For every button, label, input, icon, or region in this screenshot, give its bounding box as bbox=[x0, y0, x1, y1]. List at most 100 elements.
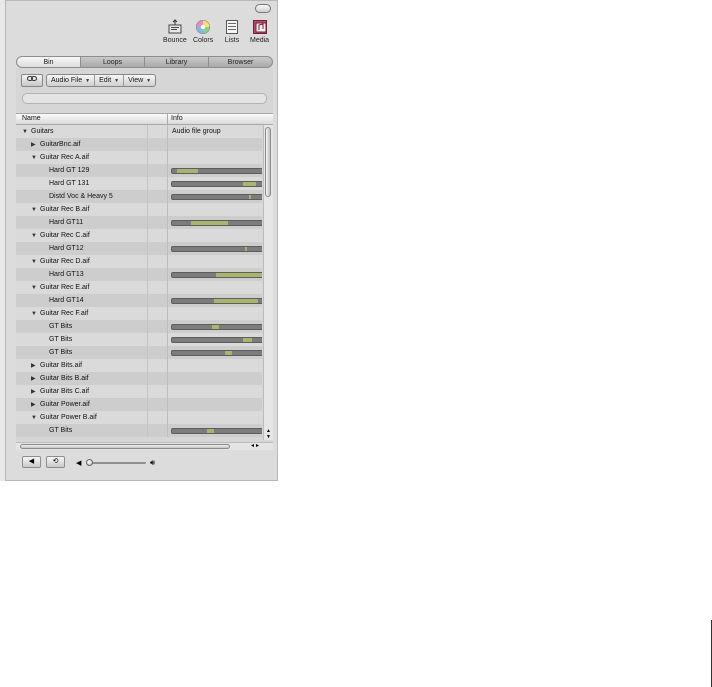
table-row[interactable]: ▶ Guitar Bits.aif bbox=[16, 359, 262, 372]
scroll-arrows[interactable]: ▲ ▼ bbox=[264, 428, 273, 440]
row-name: ▼ Guitar Rec E.aif bbox=[31, 281, 89, 295]
row-name: ▶ Guitar Power.aif bbox=[31, 398, 90, 412]
play-button[interactable]: ◀ bbox=[22, 456, 41, 468]
tab-bin[interactable]: Bin bbox=[16, 56, 81, 68]
table-row[interactable]: Hard GT11 bbox=[16, 216, 262, 229]
lists-button[interactable]: Lists bbox=[224, 19, 240, 44]
row-divider bbox=[147, 385, 148, 398]
bounce-icon bbox=[167, 19, 183, 35]
row-name: Hard GT12 bbox=[49, 242, 84, 255]
table-row[interactable]: Hard GT13 bbox=[16, 268, 262, 281]
row-name: ▶ Guitar Bits.aif bbox=[31, 359, 82, 373]
row-name: Hard GT 131 bbox=[49, 177, 89, 190]
column-divider bbox=[167, 281, 168, 294]
toolbar-toggle-button[interactable] bbox=[255, 4, 271, 13]
row-divider bbox=[147, 411, 148, 424]
row-divider bbox=[147, 216, 148, 229]
table-row[interactable]: ▼ Guitar Rec B.aif bbox=[16, 203, 262, 216]
row-label: Guitar Rec A.aif bbox=[40, 154, 90, 161]
lists-icon bbox=[224, 19, 240, 35]
horizontal-scroll-arrows[interactable]: ◂▸ bbox=[251, 442, 261, 449]
row-divider bbox=[147, 151, 148, 164]
table-row[interactable]: ▼ Guitar Rec E.aif bbox=[16, 281, 262, 294]
colors-button[interactable]: Colors bbox=[193, 19, 213, 44]
lists-label: Lists bbox=[224, 37, 240, 44]
row-divider bbox=[147, 268, 148, 281]
table-row[interactable]: Hard GT12 bbox=[16, 242, 262, 255]
row-label: Hard GT11 bbox=[49, 219, 84, 226]
row-label: Hard GT12 bbox=[49, 245, 84, 252]
bin-controls: Audio File ▼ Edit ▼ View ▼ bbox=[21, 74, 157, 87]
table-row[interactable]: ▶ Guitar Power.aif bbox=[16, 398, 262, 411]
region-highlight bbox=[243, 338, 252, 342]
tab-browser[interactable]: Browser bbox=[209, 56, 273, 68]
table-row[interactable]: ▼ Guitar Rec C.aif bbox=[16, 229, 262, 242]
table-row[interactable]: GT Bits bbox=[16, 424, 262, 437]
row-divider bbox=[147, 190, 148, 203]
table-row[interactable]: ▼ Guitar Power B.aif bbox=[16, 411, 262, 424]
transport-bar: ◀ ⟲ ◀ 🔊︎ bbox=[16, 454, 273, 470]
table-row[interactable]: ▶ GuitarBnc.aif bbox=[16, 138, 262, 151]
color-wheel-icon bbox=[195, 19, 211, 35]
row-name: GT Bits bbox=[49, 424, 72, 437]
tab-library[interactable]: Library bbox=[145, 56, 209, 68]
table-row[interactable]: GT Bits bbox=[16, 346, 262, 359]
volume-knob[interactable] bbox=[86, 459, 93, 466]
media-label: Media bbox=[250, 37, 270, 44]
column-header-info[interactable]: Info bbox=[171, 115, 183, 122]
row-divider bbox=[147, 138, 148, 151]
audio-bin-table: Name Info ▼ Guitars Audio file group ▶ Guita… bbox=[16, 113, 273, 440]
region-highlight bbox=[177, 169, 198, 173]
table-row[interactable]: ▼ Guitar Rec A.aif bbox=[16, 151, 262, 164]
table-row[interactable]: ▼ Guitar Rec D.aif bbox=[16, 255, 262, 268]
column-header-name[interactable]: Name bbox=[22, 115, 41, 122]
row-name: GT Bits bbox=[49, 320, 72, 333]
region-overview-bar bbox=[171, 246, 262, 252]
search-field[interactable] bbox=[22, 93, 267, 104]
volume-slider[interactable] bbox=[86, 459, 146, 466]
tab-loops[interactable]: Loops bbox=[81, 56, 145, 68]
table-row[interactable]: ▶ Guitar Bits C.aif bbox=[16, 385, 262, 398]
media-button[interactable]: Media bbox=[250, 19, 269, 44]
row-label: Guitar Rec C.aif bbox=[40, 232, 90, 239]
table-row[interactable]: Hard GT14 bbox=[16, 294, 262, 307]
loop-button[interactable]: ⟲ bbox=[46, 456, 65, 468]
row-label: Guitars bbox=[31, 128, 54, 135]
row-name: ▼ Guitar Rec D.aif bbox=[31, 255, 90, 269]
row-label: Guitar Rec B.aif bbox=[40, 206, 90, 213]
region-highlight bbox=[207, 429, 214, 433]
link-button[interactable] bbox=[21, 74, 43, 87]
loop-icon: ⟲ bbox=[52, 458, 59, 465]
region-overview-bar bbox=[171, 337, 262, 343]
row-name: Hard GT 129 bbox=[49, 164, 89, 177]
table-row[interactable]: ▼ Guitars Audio file group bbox=[16, 125, 262, 138]
column-divider bbox=[167, 125, 168, 138]
vertical-scrollbar[interactable]: ▲ ▼ bbox=[263, 125, 273, 440]
edit-menu[interactable]: Edit ▼ bbox=[95, 75, 125, 86]
column-divider[interactable] bbox=[167, 114, 168, 124]
bounce-button[interactable]: Bounce bbox=[163, 19, 187, 44]
table-row[interactable]: GT Bits bbox=[16, 333, 262, 346]
volume-low-icon: ◀ bbox=[76, 460, 82, 467]
horizontal-scrollbar[interactable]: ◂▸ bbox=[16, 442, 273, 450]
row-divider bbox=[147, 372, 148, 385]
column-divider bbox=[167, 151, 168, 164]
table-row[interactable]: Hard GT 129 bbox=[16, 164, 262, 177]
region-highlight bbox=[214, 299, 258, 303]
table-row[interactable]: Hard GT 131 bbox=[16, 177, 262, 190]
column-divider bbox=[167, 177, 168, 190]
view-menu[interactable]: View ▼ bbox=[124, 75, 155, 86]
vertical-scroll-thumb[interactable] bbox=[265, 127, 271, 197]
column-divider bbox=[167, 216, 168, 229]
table-row[interactable]: ▼ Guitar Rec F.aif bbox=[16, 307, 262, 320]
audio-file-menu[interactable]: Audio File ▼ bbox=[47, 75, 96, 86]
row-label: GT Bits bbox=[49, 323, 73, 330]
region-overview-bar bbox=[171, 181, 262, 187]
table-row[interactable]: ▶ Guitar Bits B.aif bbox=[16, 372, 262, 385]
row-divider bbox=[147, 177, 148, 190]
table-row[interactable]: Distd Voc & Heavy 5 bbox=[16, 190, 262, 203]
column-divider bbox=[167, 385, 168, 398]
horizontal-scroll-thumb[interactable] bbox=[20, 444, 230, 449]
table-row[interactable]: GT Bits bbox=[16, 320, 262, 333]
colors-label: Colors bbox=[193, 37, 214, 44]
